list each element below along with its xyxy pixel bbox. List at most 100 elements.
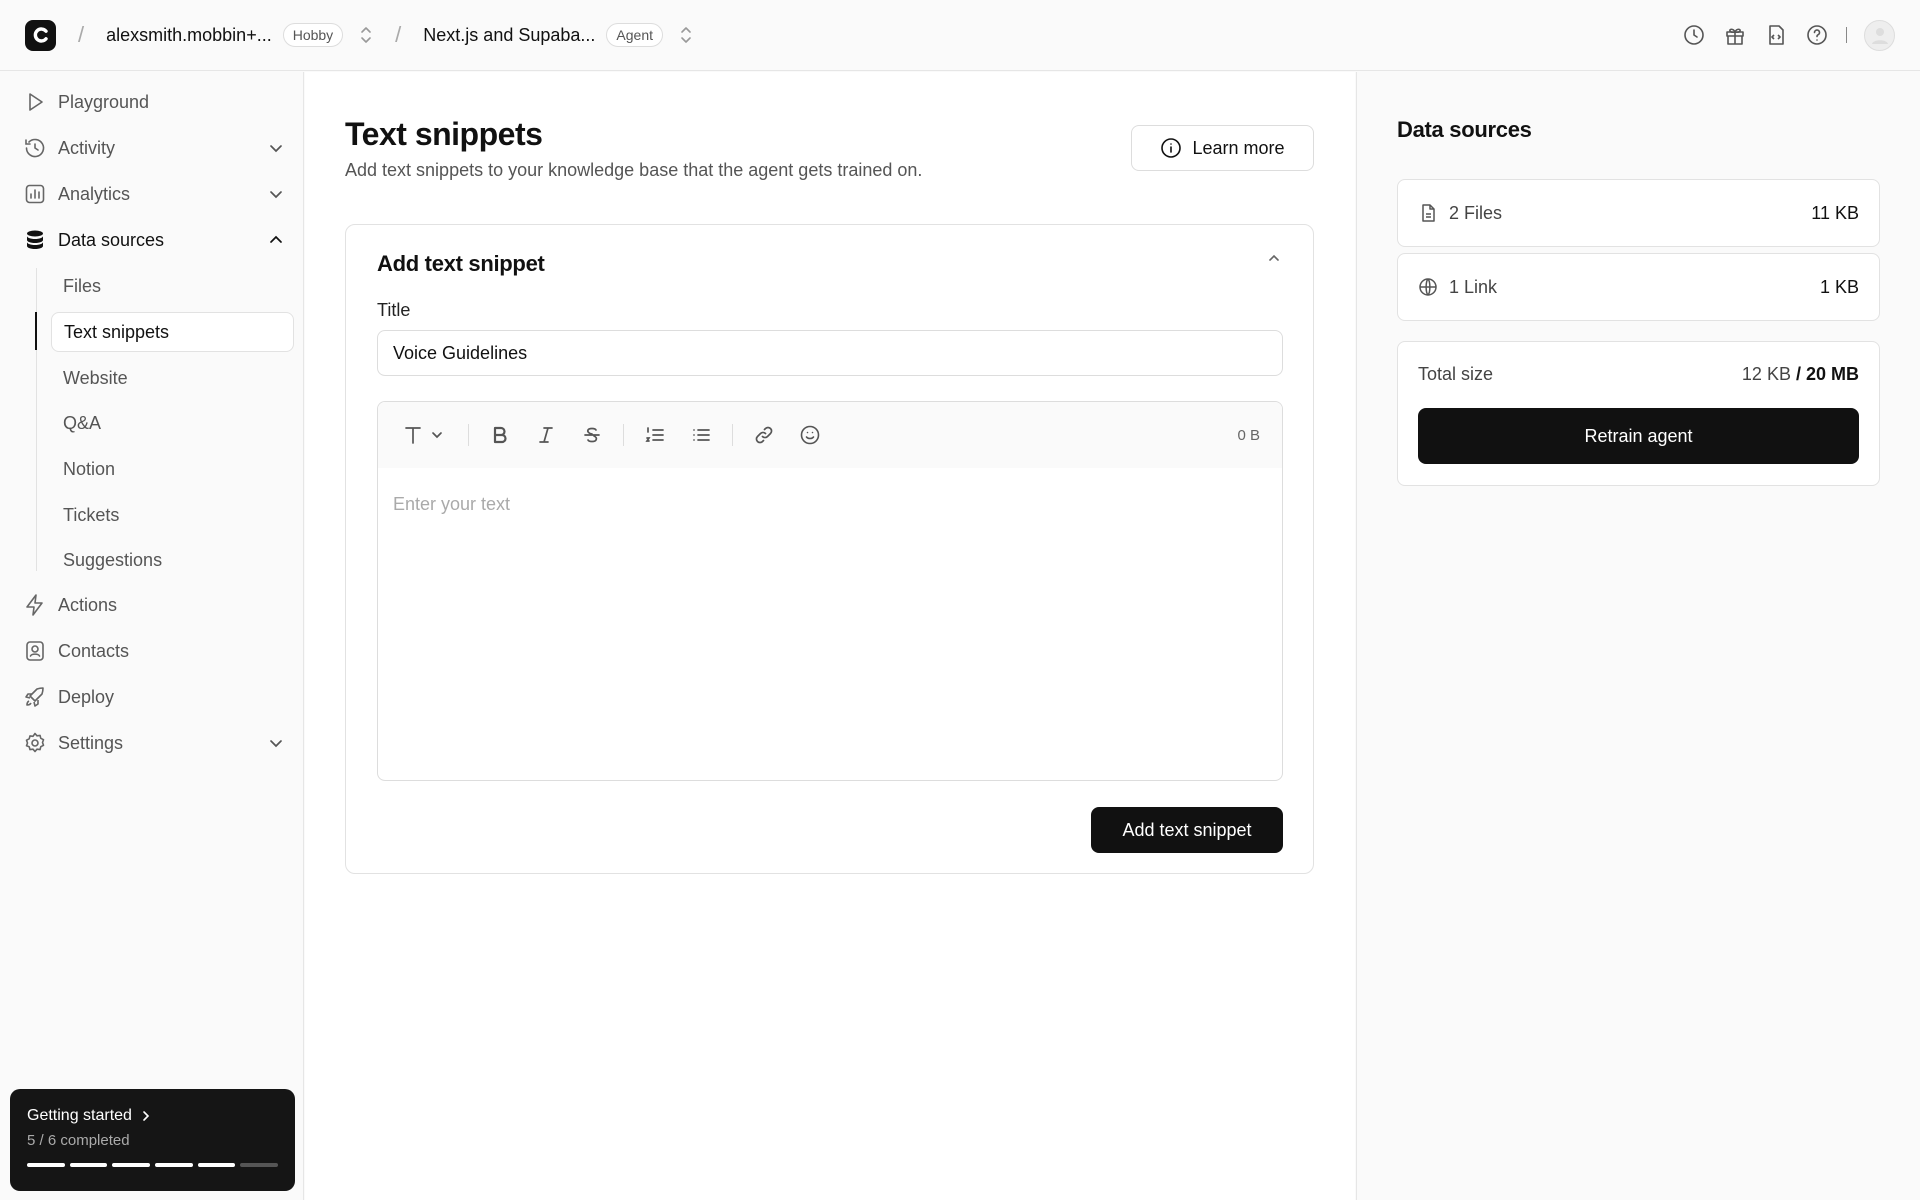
logo-icon[interactable] [25,19,56,51]
sidebar-item-settings[interactable]: Settings [23,723,285,763]
breadcrumb-separator: / [395,22,402,47]
source-label: 1 Link [1449,276,1498,297]
sidebar-item-actions[interactable]: Actions [23,585,285,625]
editor-toolbar: 0 B [378,402,1282,468]
history-icon[interactable] [1682,23,1706,47]
plan-badge: Hobby [282,23,344,47]
sidebar-subitem-tickets[interactable]: Tickets [51,495,294,535]
ordered-list-icon[interactable] [643,423,667,447]
code-file-icon[interactable] [1764,23,1788,47]
rocket-icon [23,685,47,709]
chevron-up-icon[interactable] [267,231,285,249]
strikethrough-icon[interactable] [580,423,604,447]
history-icon [23,136,47,160]
gift-icon[interactable] [1723,23,1747,47]
total-size-card: Total size 12 KB / 20 MB Retrain agent [1397,341,1880,486]
help-icon[interactable] [1805,23,1829,47]
sidebar-item-data-sources[interactable]: Data sources [23,220,285,260]
agent-switcher-icon[interactable] [679,26,693,44]
editor-placeholder: Enter your text [393,494,511,514]
sidebar-subitem-website[interactable]: Website [51,358,294,398]
source-row-links[interactable]: 1 Link 1 KB [1397,253,1880,321]
panel-title: Data sources [1397,117,1532,142]
agent-name[interactable]: Next.js and Supaba... [423,25,595,46]
getting-started-title: Getting started [27,1107,132,1124]
total-size-value: 12 KB / 20 MB [1742,364,1859,385]
breadcrumb-separator: / [78,22,85,47]
card-title: Add text snippet [377,251,545,276]
source-size: 1 KB [1819,276,1859,297]
source-label: 2 Files [1449,202,1503,223]
retrain-agent-button[interactable]: Retrain agent [1418,408,1859,464]
progress-segment [69,1163,108,1167]
title-input[interactable] [377,330,1283,376]
sidebar-item-contacts[interactable]: Contacts [23,631,285,671]
sidebar-item-label: Actions [58,594,118,615]
total-size-row: Total size 12 KB / 20 MB [1418,364,1859,385]
total-size-label: Total size [1418,364,1494,384]
progress-segment [27,1163,65,1167]
main-content: Text snippets Add text snippets to your … [305,72,1355,1200]
total-max: 20 MB [1805,364,1859,384]
play-icon [23,90,47,114]
text-editor[interactable]: 0 B Enter your text [377,401,1283,781]
chevron-down-icon[interactable] [267,139,285,157]
workspace-switcher-icon[interactable] [359,26,373,44]
collapse-icon[interactable] [1265,249,1283,267]
agent-badge: Agent [606,23,663,47]
sidebar-item-deploy[interactable]: Deploy [23,677,285,717]
sidebar-item-playground[interactable]: Playground [23,82,285,122]
sidebar-item-label: Activity [58,137,116,158]
file-icon [1418,203,1438,223]
sidebar-subitem-suggestions[interactable]: Suggestions [51,540,294,580]
learn-more-label: Learn more [1192,137,1285,158]
progress-segment [155,1163,193,1167]
emoji-icon[interactable] [798,423,822,447]
text-style-dropdown[interactable] [403,423,449,447]
sidebar-item-label: Analytics [58,183,131,204]
contacts-icon [23,639,47,663]
sidebar-item-label: Contacts [58,640,130,661]
add-text-snippet-button[interactable]: Add text snippet [1091,807,1283,853]
data-sources-panel: Data sources 2 Files 11 KB 1 Link 1 KB T… [1356,72,1920,1200]
sidebar-item-label: Playground [58,91,150,112]
source-size: 11 KB [1811,202,1859,223]
chart-icon [23,182,47,206]
add-snippet-card: Add text snippet Title 0 B Enter [345,224,1314,874]
sidebar-subitem-files[interactable]: Files [51,266,294,306]
info-icon [1161,138,1182,158]
sidebar-item-label: Deploy [58,686,115,707]
source-row-files[interactable]: 2 Files 11 KB [1397,179,1880,247]
sidebar-subitem-qa[interactable]: Q&A [51,403,294,443]
title-label: Title [377,300,411,320]
bullet-list-icon[interactable] [689,423,713,447]
getting-started-progress-bar [27,1163,279,1167]
toolbar-separator [468,424,469,446]
chevron-down-icon[interactable] [267,185,285,203]
progress-segment [197,1163,236,1167]
avatar[interactable] [1864,19,1895,51]
sidebar-item-label: Settings [58,732,124,753]
workspace-name[interactable]: alexsmith.mobbin+... [106,25,272,46]
total-sep: / [1790,364,1806,384]
progress-segment [240,1163,279,1167]
page-subtitle: Add text snippets to your knowledge base… [345,160,923,180]
link-icon[interactable] [752,423,776,447]
sidebar: Playground Activity Analytics Data sourc… [0,72,304,1200]
sidebar-subitem-text-snippets[interactable]: Text snippets [51,312,294,352]
getting-started-card[interactable]: Getting started 5 / 6 completed [10,1089,295,1191]
divider [1846,27,1847,43]
getting-started-progress-text: 5 / 6 completed [27,1132,130,1149]
bold-icon[interactable] [488,423,512,447]
italic-icon[interactable] [534,423,558,447]
chevron-down-icon[interactable] [267,734,285,752]
sidebar-item-activity[interactable]: Activity [23,128,285,168]
submenu-active-indicator [35,312,37,350]
content-size: 0 B [1237,426,1260,444]
learn-more-button[interactable]: Learn more [1131,125,1314,171]
sidebar-item-analytics[interactable]: Analytics [23,174,285,214]
sidebar-subitem-notion[interactable]: Notion [51,449,294,489]
total-used: 12 KB [1741,364,1791,384]
gear-icon [23,731,47,755]
bolt-icon [23,593,47,617]
